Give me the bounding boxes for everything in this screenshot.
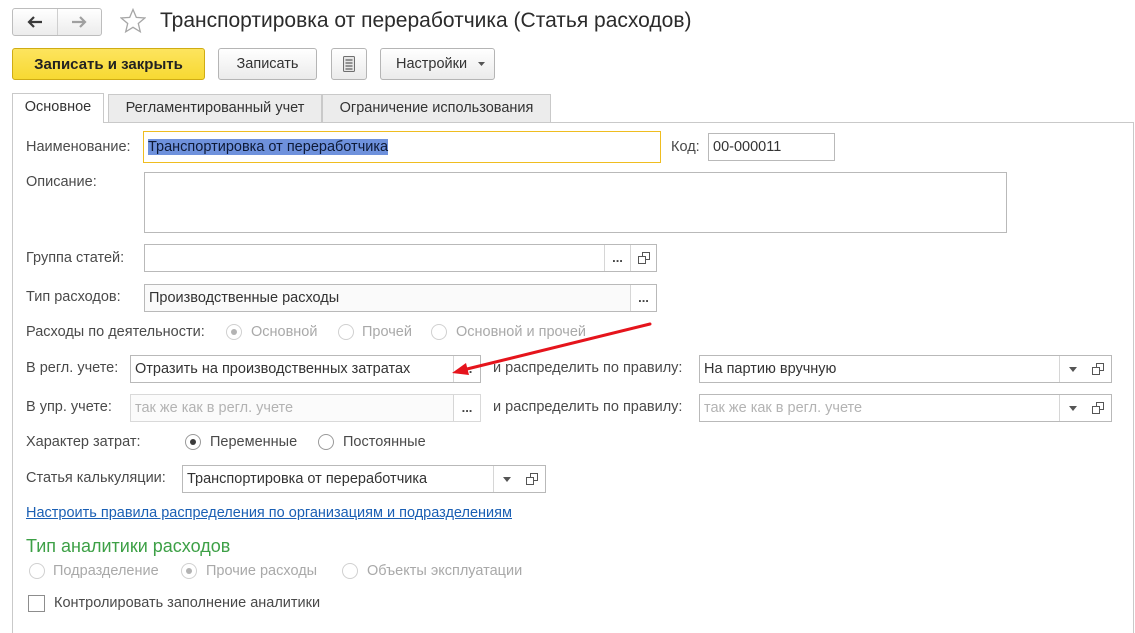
settings-button[interactable]: Настройки xyxy=(380,48,495,80)
tab-regulated-accounting[interactable]: Регламентированный учет xyxy=(108,94,322,122)
forward-button[interactable] xyxy=(56,9,102,35)
tab-content-panel xyxy=(12,122,1134,633)
tab-usage-restriction[interactable]: Ограничение использования xyxy=(322,94,551,122)
tab-main[interactable]: Основное xyxy=(12,93,104,123)
save-button[interactable]: Записать xyxy=(218,48,317,80)
window-title: Транспортировка от переработчика (Статья… xyxy=(160,9,692,32)
back-button[interactable] xyxy=(13,9,57,35)
save-and-close-button[interactable]: Записать и закрыть xyxy=(12,48,205,80)
navigation-buttons xyxy=(12,8,102,36)
list-button[interactable] xyxy=(331,48,367,80)
list-icon xyxy=(343,56,355,72)
arrow-right-icon xyxy=(72,16,87,28)
arrow-left-icon xyxy=(27,16,42,28)
star-icon[interactable] xyxy=(120,8,146,34)
settings-label: Настройки xyxy=(396,56,468,72)
dropdown-arrow-icon xyxy=(478,62,486,66)
